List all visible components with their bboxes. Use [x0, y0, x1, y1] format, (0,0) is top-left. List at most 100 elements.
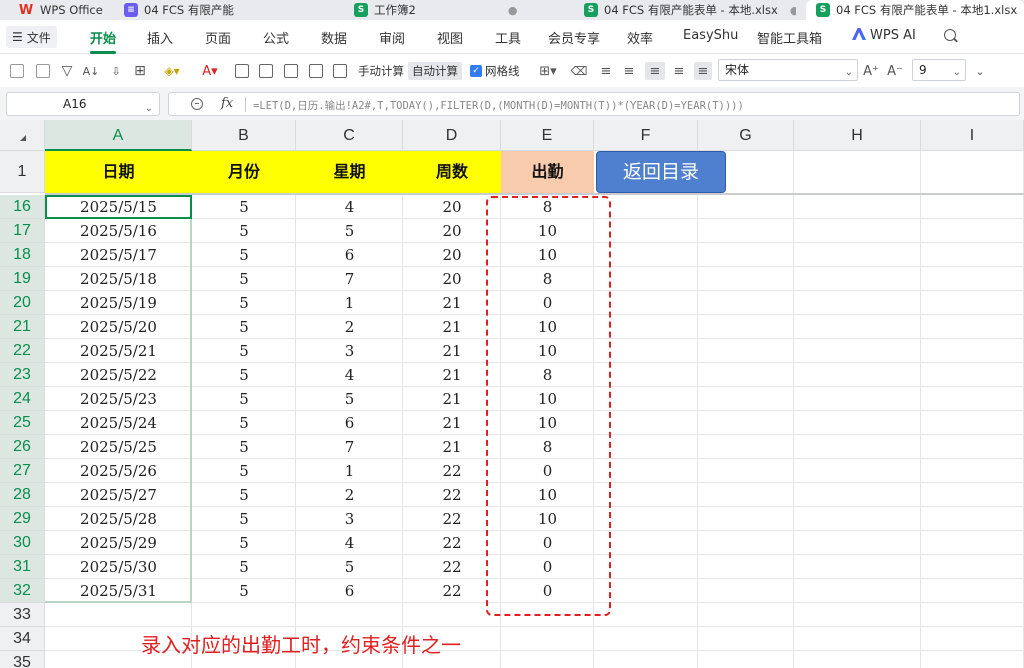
- column-header-f[interactable]: F: [594, 120, 698, 151]
- menu-easyshu[interactable]: EasyShu: [683, 28, 738, 43]
- table-style-icon[interactable]: [308, 62, 324, 80]
- sort-descending-icon[interactable]: ⇩: [107, 62, 125, 80]
- tab-fcs-local[interactable]: S 04 FCS 有限产能表单 - 本地.xlsx ●: [584, 0, 796, 20]
- cell-date[interactable]: 2025/5/18: [45, 267, 192, 291]
- row-header[interactable]: 34: [0, 627, 45, 651]
- increase-font-icon[interactable]: A⁺: [862, 62, 880, 80]
- tab-fcs-local1[interactable]: S 04 FCS 有限产能表单 - 本地1.xlsx: [806, 0, 1024, 20]
- cell-month[interactable]: 5: [192, 291, 296, 315]
- cell-month[interactable]: 5: [192, 411, 296, 435]
- cell-month[interactable]: 5: [192, 555, 296, 579]
- cell-date[interactable]: 2025/5/21: [45, 339, 192, 363]
- cell-month[interactable]: 5: [192, 531, 296, 555]
- cell-month[interactable]: 5: [192, 267, 296, 291]
- cell-date[interactable]: 2025/5/22: [45, 363, 192, 387]
- cell-weekday[interactable]: 1: [296, 291, 403, 315]
- row-header[interactable]: 24: [0, 387, 45, 411]
- row-header[interactable]: 32: [0, 579, 45, 603]
- cell-date[interactable]: 2025/5/24: [45, 411, 192, 435]
- row-header[interactable]: 23: [0, 363, 45, 387]
- cell-weekday[interactable]: 5: [296, 387, 403, 411]
- auto-calc-button[interactable]: 自动计算: [408, 62, 462, 80]
- row-header[interactable]: 19: [0, 267, 45, 291]
- row-header[interactable]: 25: [0, 411, 45, 435]
- column-header-h[interactable]: H: [794, 120, 921, 151]
- menu-smart-toolbox[interactable]: 智能工具箱: [757, 28, 822, 47]
- header-cell-week[interactable]: 周数: [403, 151, 501, 193]
- cell-date[interactable]: 2025/5/19: [45, 291, 192, 315]
- align-left-icon[interactable]: ≡: [621, 62, 637, 80]
- cell-month[interactable]: 5: [192, 483, 296, 507]
- cell-date[interactable]: 2025/5/31: [45, 579, 192, 603]
- font-color-icon[interactable]: A▾: [196, 62, 224, 80]
- format-painter-icon[interactable]: [34, 62, 52, 80]
- tab-document[interactable]: ≡ 04 FCS 有限产能: [124, 0, 344, 20]
- menu-wps-ai[interactable]: WPS AI: [852, 28, 916, 43]
- select-all-corner[interactable]: [0, 120, 45, 151]
- row-header[interactable]: 21: [0, 315, 45, 339]
- merge-cells-icon[interactable]: [258, 62, 274, 80]
- column-header-g[interactable]: G: [698, 120, 794, 151]
- align-justify-icon[interactable]: ≡: [694, 62, 712, 80]
- cell-date[interactable]: 2025/5/27: [45, 483, 192, 507]
- cell-weekday[interactable]: 4: [296, 363, 403, 387]
- column-header-c[interactable]: C: [296, 120, 403, 151]
- menu-data[interactable]: 数据: [321, 28, 347, 47]
- menu-tools[interactable]: 工具: [495, 28, 521, 47]
- search-icon[interactable]: [944, 29, 958, 43]
- row-header[interactable]: 16: [0, 195, 45, 219]
- file-menu-button[interactable]: ☰ 文件: [6, 26, 57, 48]
- row-header[interactable]: 27: [0, 459, 45, 483]
- cell-weekday[interactable]: 5: [296, 219, 403, 243]
- paste-icon[interactable]: [8, 62, 26, 80]
- column-header-d[interactable]: D: [403, 120, 501, 151]
- menu-home[interactable]: 开始: [90, 28, 116, 47]
- gridlines-toggle[interactable]: ✓ 网格线: [466, 62, 524, 80]
- header-cell-month[interactable]: 月份: [192, 151, 296, 193]
- cell-weekday[interactable]: 7: [296, 267, 403, 291]
- decrease-font-icon[interactable]: A⁻: [886, 62, 904, 80]
- menu-formula[interactable]: 公式: [263, 28, 289, 47]
- cell-month[interactable]: 5: [192, 339, 296, 363]
- column-header-b[interactable]: B: [192, 120, 296, 151]
- cell-date[interactable]: 2025/5/20: [45, 315, 192, 339]
- cell-month[interactable]: 5: [192, 579, 296, 603]
- fill-color-icon[interactable]: ◈▾: [158, 62, 186, 80]
- cell-month[interactable]: 5: [192, 219, 296, 243]
- tab-workbook2[interactable]: S 工作簿2 ●: [354, 0, 564, 20]
- cell-weekday[interactable]: 3: [296, 339, 403, 363]
- fx-icon[interactable]: fx: [221, 96, 233, 111]
- row-header[interactable]: 35: [0, 651, 45, 668]
- borders-icon[interactable]: ⊞: [132, 62, 148, 80]
- row-header[interactable]: 18: [0, 243, 45, 267]
- formula-input[interactable]: fx =LET(D,日历.输出!A2#,T,TODAY(),FILTER(D,(…: [168, 92, 1020, 116]
- cell-date[interactable]: 2025/5/25: [45, 435, 192, 459]
- wrap-text-icon[interactable]: [234, 62, 250, 80]
- cell-month[interactable]: 5: [192, 435, 296, 459]
- menu-insert[interactable]: 插入: [147, 28, 173, 47]
- cell-date[interactable]: 2025/5/23: [45, 387, 192, 411]
- font-name-select[interactable]: 宋体 ⌄: [718, 59, 858, 81]
- tab-wps-office[interactable]: W WPS Office: [18, 0, 118, 20]
- row-header[interactable]: 17: [0, 219, 45, 243]
- row-header[interactable]: 30: [0, 531, 45, 555]
- cell-weekday[interactable]: 6: [296, 579, 403, 603]
- cell-weekday[interactable]: 6: [296, 243, 403, 267]
- cell-month[interactable]: 5: [192, 363, 296, 387]
- row-header[interactable]: 22: [0, 339, 45, 363]
- more-chevron-icon[interactable]: ⌄: [972, 62, 988, 80]
- align-top-icon[interactable]: ≡: [598, 62, 614, 80]
- sort-ascending-icon[interactable]: A↓: [82, 62, 100, 80]
- column-header-i[interactable]: I: [921, 120, 1024, 151]
- align-right-icon[interactable]: ≡: [671, 62, 687, 80]
- cell-date[interactable]: 2025/5/28: [45, 507, 192, 531]
- cell-month[interactable]: 5: [192, 315, 296, 339]
- header-cell-attendance[interactable]: 出勤: [501, 151, 594, 193]
- align-center-icon[interactable]: ≡: [645, 62, 665, 80]
- cell-weekday[interactable]: 4: [296, 195, 403, 219]
- menu-page[interactable]: 页面: [205, 28, 231, 47]
- cell-weekday[interactable]: 2: [296, 483, 403, 507]
- cell-date[interactable]: 2025/5/16: [45, 219, 192, 243]
- cell-weekday[interactable]: 5: [296, 555, 403, 579]
- column-header-a[interactable]: A: [45, 120, 192, 151]
